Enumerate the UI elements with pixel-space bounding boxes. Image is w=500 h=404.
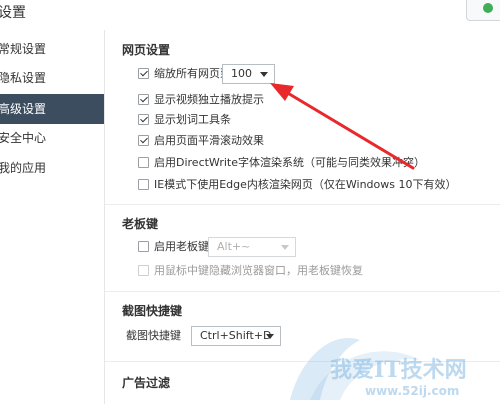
ie-edge-label: IE模式下使用Edge内核渲染网页（仅在Windows 10下有效） — [154, 178, 457, 191]
chevron-down-icon — [260, 72, 268, 77]
sidebar-item-label: 我的应用 — [0, 161, 47, 175]
boss-key-select[interactable]: Alt+~ — [208, 237, 296, 257]
window-header: 设置 — [0, 0, 500, 30]
section-title-screenshot: 截图快捷键 — [122, 304, 183, 318]
section-divider — [105, 204, 500, 205]
ie-edge-checkbox[interactable] — [138, 179, 149, 190]
section-divider — [105, 361, 500, 362]
zoom-checkbox[interactable] — [138, 68, 149, 79]
sidebar-item-advanced[interactable]: 高级设置 — [0, 94, 104, 124]
zoom-select[interactable]: 100 — [222, 64, 275, 84]
section-divider — [105, 291, 500, 292]
zoom-label: 缩放所有网页到 — [154, 67, 231, 80]
screenshot-shortcut-label: 截图快捷键 — [126, 329, 181, 342]
screenshot-shortcut-value: Ctrl+Shift+D — [200, 329, 272, 342]
video-popup-checkbox[interactable] — [138, 94, 149, 105]
middle-click-checkbox[interactable] — [138, 265, 149, 276]
sidebar-item-label: 隐私设置 — [0, 71, 47, 85]
sidebar-item-label: 常规设置 — [0, 42, 47, 56]
directwrite-checkbox[interactable] — [138, 157, 149, 168]
smooth-scroll-label: 启用页面平滑滚动效果 — [154, 134, 264, 147]
chevron-down-icon — [266, 334, 274, 339]
smooth-scroll-checkbox[interactable] — [138, 135, 149, 146]
boss-key-checkbox[interactable] — [138, 241, 149, 252]
middle-click-label: 用鼠标中键隐藏浏览器窗口，用老板键恢复 — [154, 264, 363, 277]
sidebar: 常规设置 隐私设置 高级设置 安全中心 我的应用 — [0, 30, 105, 404]
settings-content: 网页设置 缩放所有网页到 100 显示视频独立播放提示 显示划词工具条 启用页面… — [105, 30, 500, 404]
confirm-button[interactable] — [466, 0, 500, 21]
window-title: 设置 — [0, 5, 26, 21]
section-title-boss-key: 老板键 — [122, 217, 159, 231]
section-title-ad-filter: 广告过滤 — [122, 376, 171, 390]
sidebar-item-privacy[interactable]: 隐私设置 — [0, 63, 104, 93]
sidebar-item-label: 安全中心 — [0, 131, 47, 145]
sidebar-item-my-apps[interactable]: 我的应用 — [0, 153, 104, 183]
boss-key-label: 启用老板键 — [154, 240, 209, 253]
zoom-value: 100 — [231, 67, 252, 80]
sidebar-item-general[interactable]: 常规设置 — [0, 34, 104, 64]
selection-toolbar-label: 显示划词工具条 — [154, 113, 231, 126]
sidebar-item-security[interactable]: 安全中心 — [0, 123, 104, 153]
chevron-down-icon — [281, 245, 289, 250]
video-popup-label: 显示视频独立播放提示 — [154, 93, 264, 106]
section-title-webpage: 网页设置 — [122, 43, 171, 57]
check-circle-icon — [483, 3, 493, 13]
sidebar-item-label: 高级设置 — [0, 102, 47, 116]
selection-toolbar-checkbox[interactable] — [138, 114, 149, 125]
directwrite-label: 启用DirectWrite字体渲染系统（可能与同类效果冲突） — [154, 156, 425, 169]
boss-key-value: Alt+~ — [217, 240, 251, 253]
screenshot-shortcut-select[interactable]: Ctrl+Shift+D — [191, 326, 281, 346]
